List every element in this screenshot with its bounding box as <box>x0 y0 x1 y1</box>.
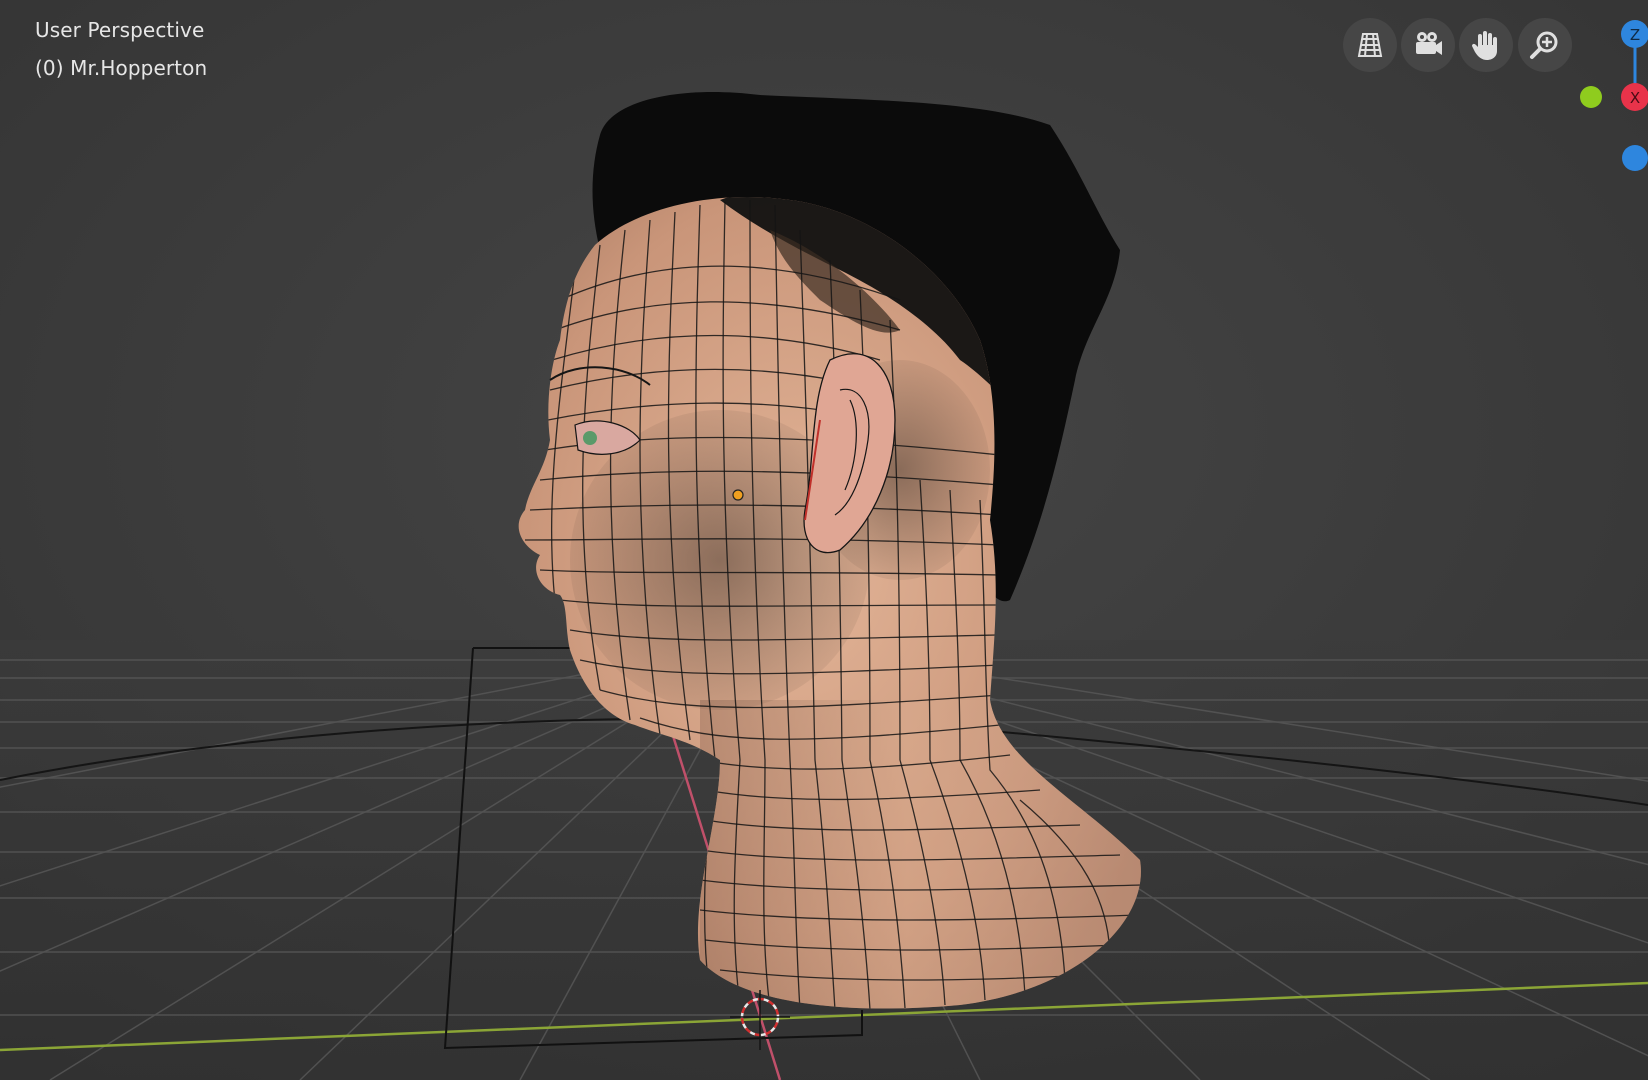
grid-perspective-icon <box>1357 33 1383 57</box>
active-object-label: (0) Mr.Hopperton <box>35 56 208 80</box>
scene-canvas[interactable] <box>0 0 1648 1080</box>
gizmo-z-label: Z <box>1630 26 1640 44</box>
camera-view-button[interactable] <box>1401 18 1455 72</box>
hand-icon <box>1472 31 1497 60</box>
gizmo-y-axis[interactable] <box>1580 86 1602 108</box>
view-name-label: User Perspective <box>35 18 205 42</box>
navigation-gizmo[interactable]: Z X <box>1555 0 1648 180</box>
gizmo-neg-z-axis[interactable] <box>1622 145 1648 171</box>
toggle-perspective-button[interactable] <box>1343 18 1397 72</box>
camera-icon <box>1416 32 1442 55</box>
gizmo-x-label: X <box>1630 89 1640 107</box>
3d-viewport[interactable]: User Perspective (0) Mr.Hopperton Z X <box>0 0 1648 1080</box>
pan-view-button[interactable] <box>1459 18 1513 72</box>
